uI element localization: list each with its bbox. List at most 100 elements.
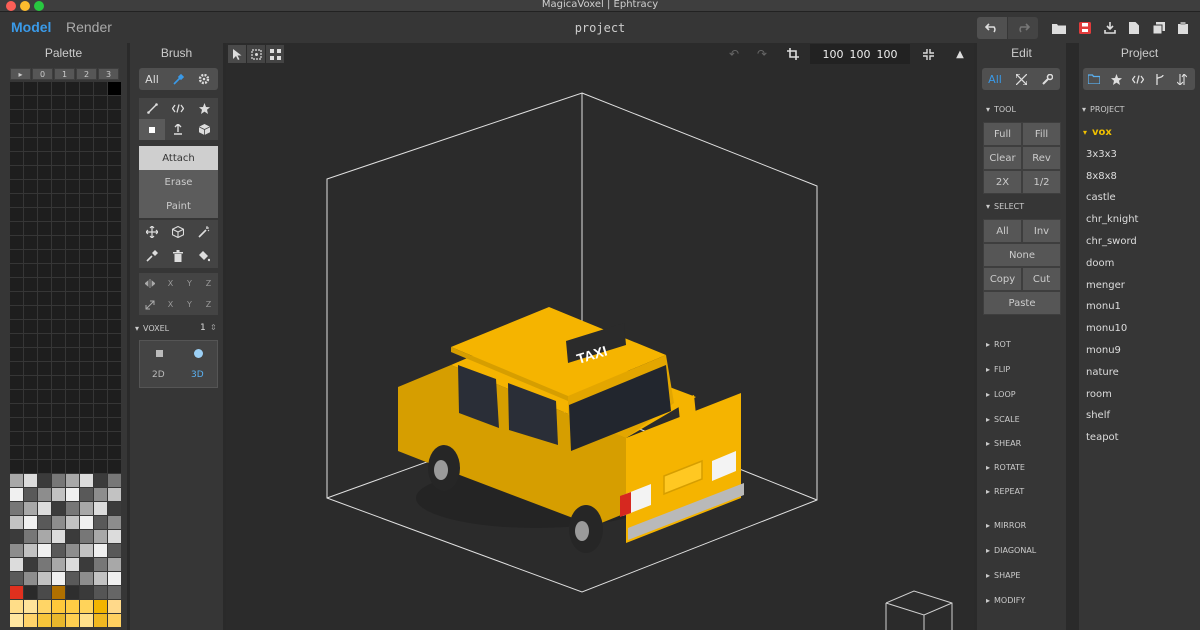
edit-section-shape[interactable]: SHAPE [994,571,1020,580]
palette-swatch[interactable] [52,432,65,445]
save-button[interactable] [1074,17,1096,39]
palette-swatch[interactable] [94,222,107,235]
color-picker-tool[interactable] [139,244,165,268]
palette-swatch[interactable] [10,418,23,431]
palette-swatch[interactable] [52,446,65,459]
palette-swatch[interactable] [80,278,93,291]
palette-swatch[interactable] [66,572,79,585]
palette-swatch[interactable] [108,306,121,319]
palette-swatch[interactable] [38,208,51,221]
palette-swatch[interactable] [80,138,93,151]
select-copy-button[interactable]: Copy [983,267,1022,291]
edit-section-arrow[interactable]: ▸ [986,487,990,496]
palette-swatch[interactable] [38,418,51,431]
palette-swatch[interactable] [52,180,65,193]
tool-section-arrow[interactable]: ▾ [986,105,990,114]
palette-swatch[interactable] [66,194,79,207]
palette-tab-0[interactable]: 0 [32,68,53,80]
palette-swatch[interactable] [38,264,51,277]
palette-swatch[interactable] [10,138,23,151]
palette-swatch[interactable] [108,502,121,515]
palette-swatch[interactable] [94,306,107,319]
palette-swatch[interactable] [24,222,37,235]
palette-swatch[interactable] [52,460,65,473]
palette-swatch[interactable] [66,544,79,557]
palette-swatch[interactable] [24,474,37,487]
palette-swatch[interactable] [24,460,37,473]
palette-swatch[interactable] [66,432,79,445]
palette-swatch[interactable] [10,600,23,613]
palette-swatch[interactable] [108,166,121,179]
palette-swatch[interactable] [38,432,51,445]
palette-swatch[interactable] [38,292,51,305]
palette-swatch[interactable] [66,558,79,571]
palette-swatch[interactable] [80,502,93,515]
palette-swatch[interactable] [80,152,93,165]
palette-swatch[interactable] [80,124,93,137]
palette-swatch[interactable] [10,572,23,585]
paste-button[interactable] [1172,17,1194,39]
palette-swatch[interactable] [52,334,65,347]
palette-swatch[interactable] [24,572,37,585]
palette-swatch[interactable] [24,250,37,263]
palette-swatch[interactable] [108,404,121,417]
palette-swatch[interactable] [24,488,37,501]
palette-swatch[interactable] [10,278,23,291]
palette-swatch[interactable] [38,222,51,235]
palette-swatch[interactable] [80,208,93,221]
palette-swatch[interactable] [108,124,121,137]
fill-tool[interactable] [191,244,217,268]
palette-swatch[interactable] [38,348,51,361]
palette-swatch[interactable] [24,96,37,109]
palette-swatch[interactable] [80,222,93,235]
project-item-room[interactable]: room [1086,389,1112,400]
palette-swatch[interactable] [10,474,23,487]
palette-swatch[interactable] [10,334,23,347]
palette-swatch[interactable] [66,600,79,613]
palette-swatch[interactable] [38,460,51,473]
palette-swatch[interactable] [94,166,107,179]
edit-section-arrow[interactable]: ▸ [986,365,990,374]
palette-swatch[interactable] [66,446,79,459]
edit-section-arrow[interactable]: ▸ [986,546,990,555]
mirror-y-toggle[interactable]: Y [180,273,199,294]
palette-swatch[interactable] [10,348,23,361]
palette-swatch[interactable] [52,208,65,221]
palette-swatch[interactable] [66,614,79,627]
palette-swatch[interactable] [108,460,121,473]
palette-swatch[interactable] [94,250,107,263]
palette-swatch[interactable] [94,502,107,515]
palette-swatch[interactable] [108,474,121,487]
palette-swatch[interactable] [52,502,65,515]
palette-swatch[interactable] [66,390,79,403]
project-filter-code[interactable] [1127,68,1149,90]
dim-3d-button[interactable]: 3D [191,370,204,380]
mode-erase-button[interactable]: Erase [139,170,218,194]
palette-swatch[interactable] [66,474,79,487]
tool-2x-button[interactable]: 2X [983,170,1022,194]
palette-swatch[interactable] [108,432,121,445]
palette-swatch[interactable] [10,82,23,95]
palette-swatch[interactable] [108,376,121,389]
magic-wand-tool[interactable] [191,220,217,244]
palette-swatch[interactable] [108,362,121,375]
palette-swatch[interactable] [38,82,51,95]
dim-2d-button[interactable]: 2D [152,370,165,380]
palette-swatch[interactable] [80,236,93,249]
project-item-nature[interactable]: nature [1086,367,1119,378]
palette-swatch[interactable] [80,516,93,529]
palette-swatch[interactable] [80,348,93,361]
palette-swatch[interactable] [38,586,51,599]
edit-section-modify[interactable]: MODIFY [994,596,1025,605]
palette-swatch[interactable] [66,208,79,221]
palette-swatch[interactable] [108,586,121,599]
palette-swatch[interactable] [24,362,37,375]
palette-swatch[interactable] [38,180,51,193]
palette-swatch[interactable] [52,292,65,305]
palette-swatch[interactable] [66,138,79,151]
palette-swatch[interactable] [38,138,51,151]
project-item-vox[interactable]: vox [1092,127,1112,138]
palette-swatch[interactable] [24,432,37,445]
project-filter-branch[interactable] [1149,68,1171,90]
edit-section-arrow[interactable]: ▸ [986,439,990,448]
